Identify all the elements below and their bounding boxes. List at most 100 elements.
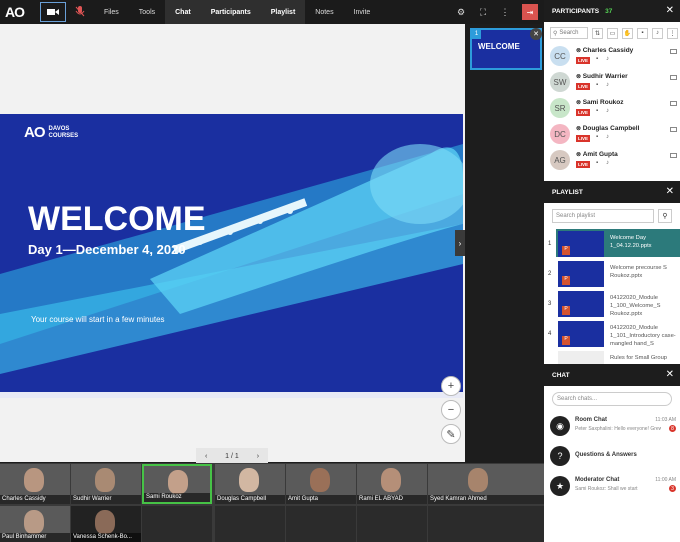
video-tile-active-speaker[interactable]: Sami Roukoz [142,464,212,504]
slide-thumbnail[interactable]: 1 WELCOME ✕ [470,28,542,70]
avatar: DC [550,124,570,144]
video-tile[interactable]: Paul Binhammer [0,506,70,542]
camera-icon: ▪ [596,56,599,62]
video-tile[interactable]: Syed Kamran Ahmed [428,464,544,504]
private-chat-icon[interactable] [670,75,677,80]
private-chat-icon[interactable] [670,101,677,106]
camera-toggle-button[interactable] [40,2,66,22]
app-logo: AO [5,4,25,20]
video-tile-name: Charles Cassidy [0,495,70,504]
close-participants-icon[interactable]: ✕ [666,5,674,16]
slide-pager: ‹ 1 / 1 › [196,448,268,464]
nav-participants[interactable]: Participants [200,0,261,24]
avatar: CC [550,46,570,66]
live-badge: LIVE [576,83,591,90]
participant-row[interactable]: AG Amit Gupta LIVE ▪ ♪ [544,148,680,174]
annotate-button[interactable]: ✎ [441,424,461,444]
pencil-icon: ✎ [446,428,456,441]
nav-chat[interactable]: Chat [165,0,201,24]
fullscreen-icon[interactable]: ⛶ [472,0,494,24]
more-options-icon[interactable]: ⋮ [494,0,516,24]
settings-gear-icon[interactable]: ⚙ [450,0,472,24]
thumbnail-close-icon[interactable]: ✕ [530,28,542,40]
private-chat-icon[interactable] [670,49,677,54]
video-tile[interactable]: Douglas Campbell [215,464,285,504]
empty-video-tile [142,506,212,542]
playlist-item-title: 04122020_Module 1_100_Welcome_S Roukoz.p… [610,295,661,317]
participants-title: PARTICIPANTS [552,7,600,15]
avatar: SW [550,72,570,92]
chat-panel: CHAT ✕ Search chats... ◉ Room Chat Peter S… [544,364,680,542]
slide-logo-sub1: DAVOS [48,125,70,132]
playlist-title: PLAYLIST [552,188,583,196]
playlist-item[interactable]: 4 P 04122020_Module 1_101_Introductory cas… [544,319,680,349]
close-chat-icon[interactable]: ✕ [666,369,674,380]
unread-badge: 8 [669,425,676,432]
playlist-panel: PLAYLIST ✕ Search playlist ⚲ 1 P Welcome D… [544,181,680,377]
chat-all-icon[interactable]: ▭ [607,27,618,39]
participant-row[interactable]: SW Sudhir Warrier LIVE ▪ ♪ [544,70,680,96]
sort-icon[interactable]: ⇅ [592,27,603,39]
expand-panel-chevron-icon[interactable]: › [455,230,465,256]
playlist-search-input[interactable]: Search playlist [552,209,654,223]
video-tile-name: Vanessa Schenk-Bo... [71,533,141,542]
playlist-item[interactable]: 3 P 04122020_Module 1_100_Welcome_S Roukoz… [544,289,680,319]
playlist-item[interactable]: 2 P Welcome precourse S Roukoz.pptx [544,259,680,289]
chat-room-time: 11:00 AM [655,477,676,483]
mute-all-icon[interactable]: ♪ [652,27,663,39]
thumbnail-number: 1 [472,30,481,39]
playlist-item[interactable]: 1 P Welcome Day 1_04.12.20.pptx [544,229,680,259]
powerpoint-icon: P [562,306,570,315]
private-chat-icon[interactable] [670,153,677,158]
playlist-item-thumbnail: P [558,321,604,347]
nav-tools[interactable]: Tools [129,0,165,24]
private-chat-icon[interactable] [670,127,677,132]
chat-room-title: Moderator Chat [575,477,620,483]
nav-notes[interactable]: Notes [305,0,343,24]
chat-header: CHAT ✕ [544,364,680,386]
video-tile[interactable]: Rami EL ABYAD [357,464,427,504]
nav-playlist[interactable]: Playlist [260,0,306,24]
participants-toolbar: ⚲ Search ⇅ ▭ ✋ ▪ ♪ ⋮ [544,22,680,44]
video-tile[interactable]: Amit Gupta [286,464,356,504]
participants-count: 37 [605,7,613,15]
next-page-icon[interactable]: › [257,453,259,460]
chat-room-item[interactable]: ◉ Room Chat Peter Saxphalini: Hello everyo… [544,412,680,442]
chat-search-input[interactable]: Search chats... [552,392,672,406]
live-badge: LIVE [576,57,591,64]
participants-search-input[interactable]: ⚲ Search [550,27,588,39]
participant-row[interactable]: SR Sami Roukoz LIVE ▪ ♪ [544,96,680,122]
nav-files[interactable]: Files [94,0,129,24]
playlist-search-icon[interactable]: ⚲ [658,209,672,223]
chat-room-item[interactable]: ★ Moderator Chat Sami Roukoz: Shall we sta… [544,472,680,502]
chat-room-last-message: Sami Roukoz: Shall we start [575,486,638,492]
camera-icon: ▪ [596,108,599,114]
participant-row[interactable]: DC Douglas Campbell LIVE ▪ ♪ [544,122,680,148]
more-icon[interactable]: ⋮ [667,27,678,39]
chat-room-title: Questions & Answers [575,452,637,458]
exit-icon: ⇥ [526,7,534,17]
close-playlist-icon[interactable]: ✕ [666,186,674,197]
participants-search-placeholder: Search [559,30,579,36]
playlist-item-thumbnail: P [558,231,604,257]
video-tile[interactable]: Sudhir Warrier [71,464,141,504]
microphone-icon: ♪ [606,56,609,62]
prev-page-icon[interactable]: ‹ [205,453,207,460]
zoom-in-button[interactable]: + [441,376,461,396]
participant-name: Sudhir Warrier [576,73,628,80]
chat-room-item[interactable]: ? Questions & Answers [544,442,680,472]
plus-icon: + [447,380,455,392]
microphone-toggle-button[interactable] [66,0,94,24]
raise-hand-icon[interactable]: ✋ [622,27,633,39]
powerpoint-icon: P [562,336,570,345]
nav-invite[interactable]: Invite [344,0,381,24]
participant-row[interactable]: CC Charles Cassidy LIVE ▪ ♪ [544,44,680,70]
camera-all-icon[interactable]: ▪ [637,27,648,39]
video-tile[interactable]: Vanessa Schenk-Bo... [71,506,141,542]
video-tile[interactable]: Charles Cassidy [0,464,70,504]
avatar: SR [550,98,570,118]
zoom-out-button[interactable]: − [441,400,461,420]
exit-session-button[interactable]: ⇥ [522,4,538,20]
participant-name: Sami Roukoz [576,99,624,106]
slide-date-line: Day 1—December 4, 2020 [28,242,186,257]
